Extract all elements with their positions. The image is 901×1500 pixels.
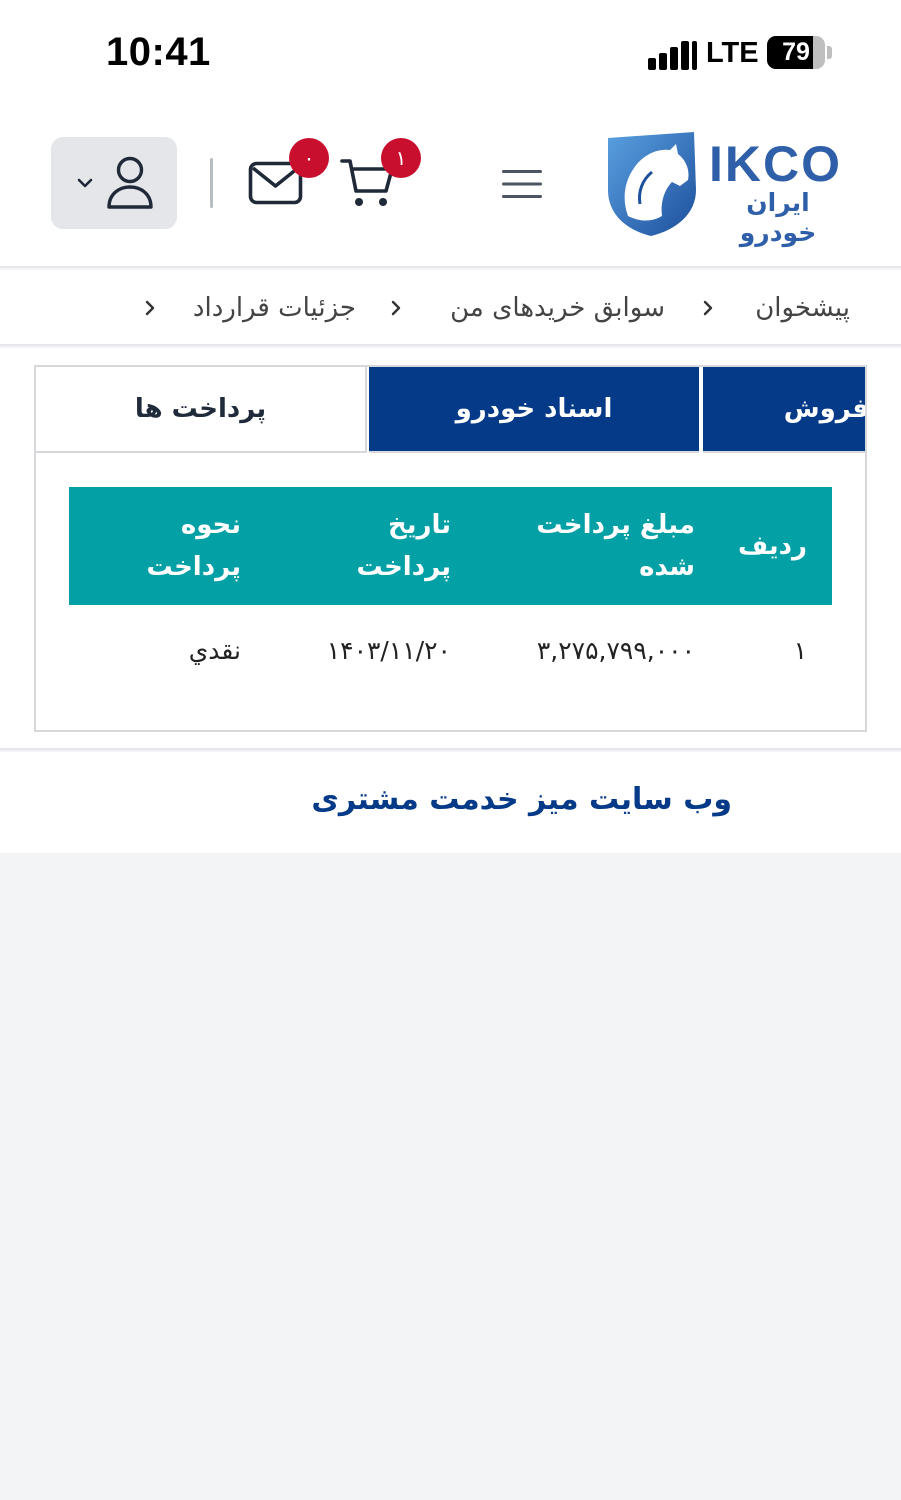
cell-row-number: ۱ [793,636,807,665]
header-method-line2: پرداخت [146,552,241,582]
tab-sales-label: فروش [783,394,867,424]
header-date-line2: پرداخت [356,552,451,582]
payments-table-header: ردیف مبلغ پرداخت شده تاریخ پرداخت نحوه پ… [69,487,832,605]
breadcrumb: پیشخوان سوابق خریدهای من جزئیات قرارداد [0,270,901,346]
signal-strength-icon [648,40,698,70]
logo-text: IKCO [709,136,842,192]
site-header: ۰ ۱ IKCO ایران خودرو [0,108,901,268]
chevron-right-icon [391,300,401,316]
header-divider [210,158,213,208]
tab-vehicle-documents[interactable]: اسناد خودرو [369,367,699,453]
chevron-down-icon [77,178,93,188]
menu-icon[interactable] [502,169,542,199]
network-type: LTE [706,37,759,69]
breadcrumb-item-purchase-history[interactable]: سوابق خریدهای من [450,288,665,328]
cell-method: نقدي [188,636,241,665]
battery-tip [827,46,832,59]
contract-details-section: پرداخت ها اسناد خودرو فروش ردیف مبلغ پرد… [0,348,901,750]
user-icon [107,156,153,209]
site-footer: وب سایت میز خدمت مشتری [0,752,901,853]
contract-card: پرداخت ها اسناد خودرو فروش ردیف مبلغ پرد… [34,365,867,732]
header-method-line1: نحوه [180,510,241,540]
tab-payments[interactable]: پرداخت ها [36,367,367,453]
messages-count-badge: ۰ [289,138,329,178]
status-bar: 10:41 LTE 79 [0,0,901,108]
battery-icon: 79 [767,36,825,69]
breadcrumb-item-contract-details[interactable]: جزئیات قرارداد [193,288,356,328]
customer-service-link[interactable]: وب سایت میز خدمت مشتری [300,782,732,817]
ikco-horse-logo[interactable] [604,130,698,238]
app-page: 10:41 LTE 79 ۰ ۱ IKCO ایران خودرو پیشخوا… [0,0,901,1500]
breadcrumb-item-dashboard[interactable]: پیشخوان [755,288,850,328]
logo-text-fa: ایران خودرو [739,188,817,247]
cell-date: ۱۴۰۳/۱۱/۲۰ [326,636,451,665]
status-time: 10:41 [106,30,211,74]
chevron-right-icon [145,300,155,316]
cell-amount: ۳,۲۷۵,۷۹۹,۰۰۰ [536,636,695,665]
header-amount-line2: شده [639,552,695,582]
cart-count-badge: ۱ [381,138,421,178]
tab-sales[interactable]: فروش [703,367,867,453]
chevron-right-icon [703,300,713,316]
header-date-line1: تاریخ [388,510,451,540]
header-row-number: ردیف [737,531,807,561]
header-amount-line1: مبلغ پرداخت [536,510,695,540]
battery-level: 79 [782,38,810,66]
